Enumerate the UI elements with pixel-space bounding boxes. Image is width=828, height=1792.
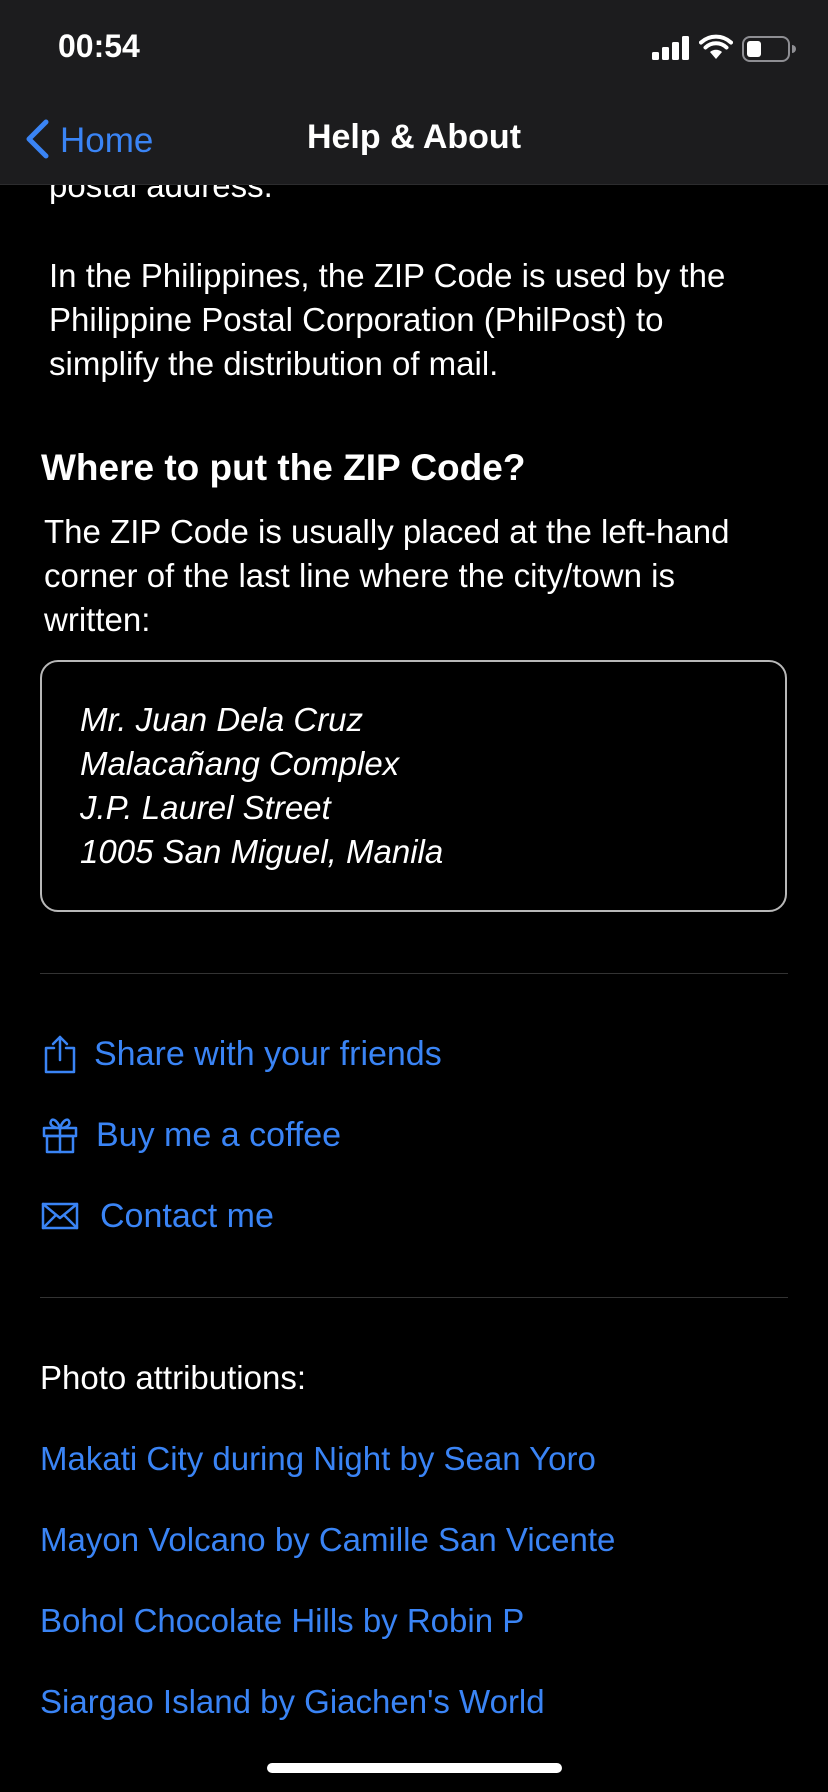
attributions-label: Photo attributions:	[40, 1359, 306, 1396]
paragraph-line: simplify the distribution of mail.	[49, 345, 499, 382]
attribution-link[interactable]: Mayon Volcano by Camille San Vicente	[40, 1518, 615, 1562]
buy-coffee-label: Buy me a coffee	[96, 1115, 342, 1154]
page-title: Help & About	[306, 118, 522, 156]
buy-coffee-button[interactable]: Buy me a coffee	[40, 1111, 341, 1159]
wifi-icon	[699, 34, 733, 65]
attribution-link[interactable]: Siargao Island by Giachen's World	[40, 1680, 545, 1724]
paragraph-line: The ZIP Code is usually placed at the le…	[44, 513, 730, 550]
share-icon	[40, 1034, 80, 1074]
contact-label: Contact me	[100, 1196, 274, 1235]
share-button[interactable]: Share with your friends	[40, 1030, 442, 1078]
contact-button[interactable]: Contact me	[40, 1192, 274, 1240]
paragraph-line: Philippine Postal Corporation (PhilPost)…	[49, 301, 664, 338]
status-time: 00:54	[58, 28, 140, 64]
gift-icon	[40, 1115, 80, 1155]
address-line: Malacañang Complex	[80, 745, 400, 782]
address-line: Mr. Juan Dela Cruz	[80, 701, 364, 738]
scroll-content[interactable]: postal address. In the Philippines, the …	[0, 0, 828, 1792]
paragraph-line: written:	[44, 601, 151, 638]
paragraph-line: corner of the last line where the city/t…	[44, 557, 675, 594]
paragraph-line: In the Philippines, the ZIP Code is used…	[49, 257, 726, 294]
home-indicator[interactable]	[267, 1763, 562, 1773]
divider	[40, 1297, 788, 1298]
divider	[40, 973, 788, 974]
address-line: 1005 San Miguel, Manila	[80, 833, 444, 870]
address-line: J.P. Laurel Street	[80, 789, 331, 826]
section-heading: Where to put the ZIP Code?	[41, 447, 526, 488]
share-label: Share with your friends	[94, 1034, 442, 1073]
envelope-icon	[40, 1196, 80, 1236]
attribution-link[interactable]: Bohol Chocolate Hills by Robin P	[40, 1599, 524, 1643]
cellular-signal-icon	[652, 36, 690, 65]
battery-icon	[742, 36, 796, 67]
navigation-bar: 00:54 Home Help & About	[0, 0, 828, 185]
attribution-link[interactable]: Makati City during Night by Sean Yoro	[40, 1437, 596, 1481]
